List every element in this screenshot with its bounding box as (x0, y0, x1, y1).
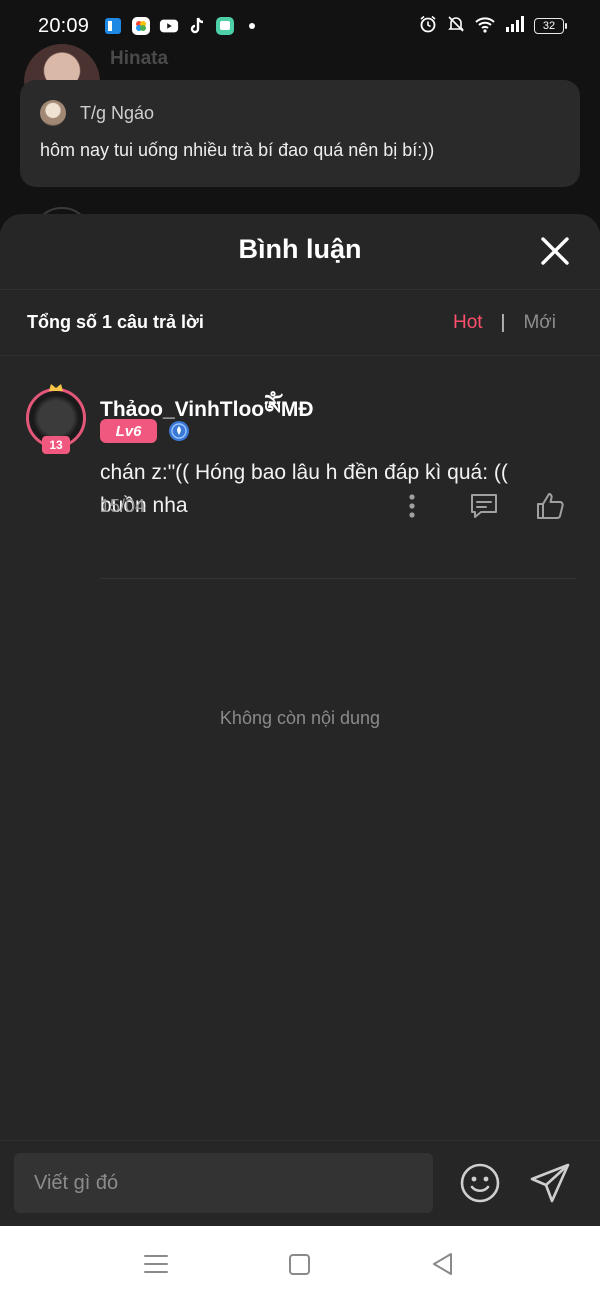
send-button[interactable] (528, 1161, 572, 1205)
close-icon (541, 237, 569, 265)
thumbs-up-icon (537, 493, 564, 519)
smiley-icon (460, 1163, 500, 1203)
square-icon (289, 1254, 310, 1275)
compose-bar (0, 1140, 600, 1226)
mute-icon (446, 14, 466, 39)
level-badge: Lv6 (100, 419, 157, 443)
signal-icon (504, 14, 526, 39)
recent-apps-button[interactable] (143, 1250, 171, 1278)
back-button[interactable] (430, 1250, 458, 1278)
comments-sheet: Bình luận Tổng số 1 câu trả lời Hot | Mớ… (0, 214, 600, 1226)
comment-actions (400, 490, 566, 522)
commenter-avatar[interactable]: 13 (22, 384, 90, 460)
quoted-post-card[interactable]: T/g Ngáo hôm nay tui uống nhiều trà bí đ… (20, 80, 580, 187)
more-vertical-icon (409, 494, 415, 518)
notes-app-icon (103, 16, 123, 36)
wifi-icon (474, 14, 496, 39)
emoji-button[interactable] (458, 1161, 502, 1205)
more-options-button[interactable] (400, 491, 424, 521)
notification-dot (249, 23, 256, 29)
quote-author-avatar (40, 100, 66, 126)
commenter-badges: Lv6 (100, 419, 191, 443)
sort-tab-new[interactable]: Mới (523, 312, 556, 334)
avatar-frame-badge: 13 (42, 436, 70, 454)
comment-input[interactable] (14, 1153, 433, 1213)
status-app-icons (103, 16, 235, 36)
close-button[interactable] (540, 236, 570, 266)
battery-icon: 32 (534, 18, 567, 34)
system-navigation-bar (0, 1226, 600, 1300)
sort-tabs: Hot | Mới (453, 312, 573, 334)
system-status-icons: 32 (418, 14, 567, 39)
status-bar: 20:09 32 (0, 0, 600, 52)
tiktok-app-icon (187, 16, 207, 36)
sort-tab-hot[interactable]: Hot (453, 312, 483, 334)
status-time: 20:09 (38, 14, 90, 37)
crown-icon (49, 384, 63, 391)
youtube-app-icon (159, 16, 179, 36)
sheet-header: Bình luận (0, 214, 600, 290)
photos-app-icon (131, 16, 151, 36)
send-icon (530, 1163, 570, 1203)
like-button[interactable] (534, 490, 566, 522)
verified-badge-icon (167, 419, 191, 443)
sort-separator: | (500, 311, 506, 333)
reply-icon (471, 494, 497, 518)
comment-date: 15/04 (100, 496, 146, 516)
back-triangle-icon (433, 1253, 452, 1275)
reply-button[interactable] (468, 491, 500, 521)
chat-app-icon (215, 16, 235, 36)
battery-level: 32 (542, 20, 556, 32)
comment-divider (100, 578, 576, 579)
end-of-content-text: Không còn nội dung (219, 708, 381, 728)
comments-summary-row: Tổng số 1 câu trả lời Hot | Mới (0, 290, 600, 356)
quote-author-name: T/g Ngáo (80, 102, 155, 123)
quote-text: hôm nay tui uống nhiều trà bí đao quá nê… (40, 140, 435, 160)
home-button[interactable] (287, 1250, 315, 1278)
sheet-title: Bình luận (238, 234, 362, 264)
comment-item: 13 Thảoo_VinhTlooༀMĐ Lv6 chán z:"(( Hóng… (0, 356, 600, 652)
menu-icon (144, 1255, 168, 1273)
comments-count: Tổng số 1 câu trả lời (27, 312, 204, 332)
alarm-icon (418, 14, 438, 39)
